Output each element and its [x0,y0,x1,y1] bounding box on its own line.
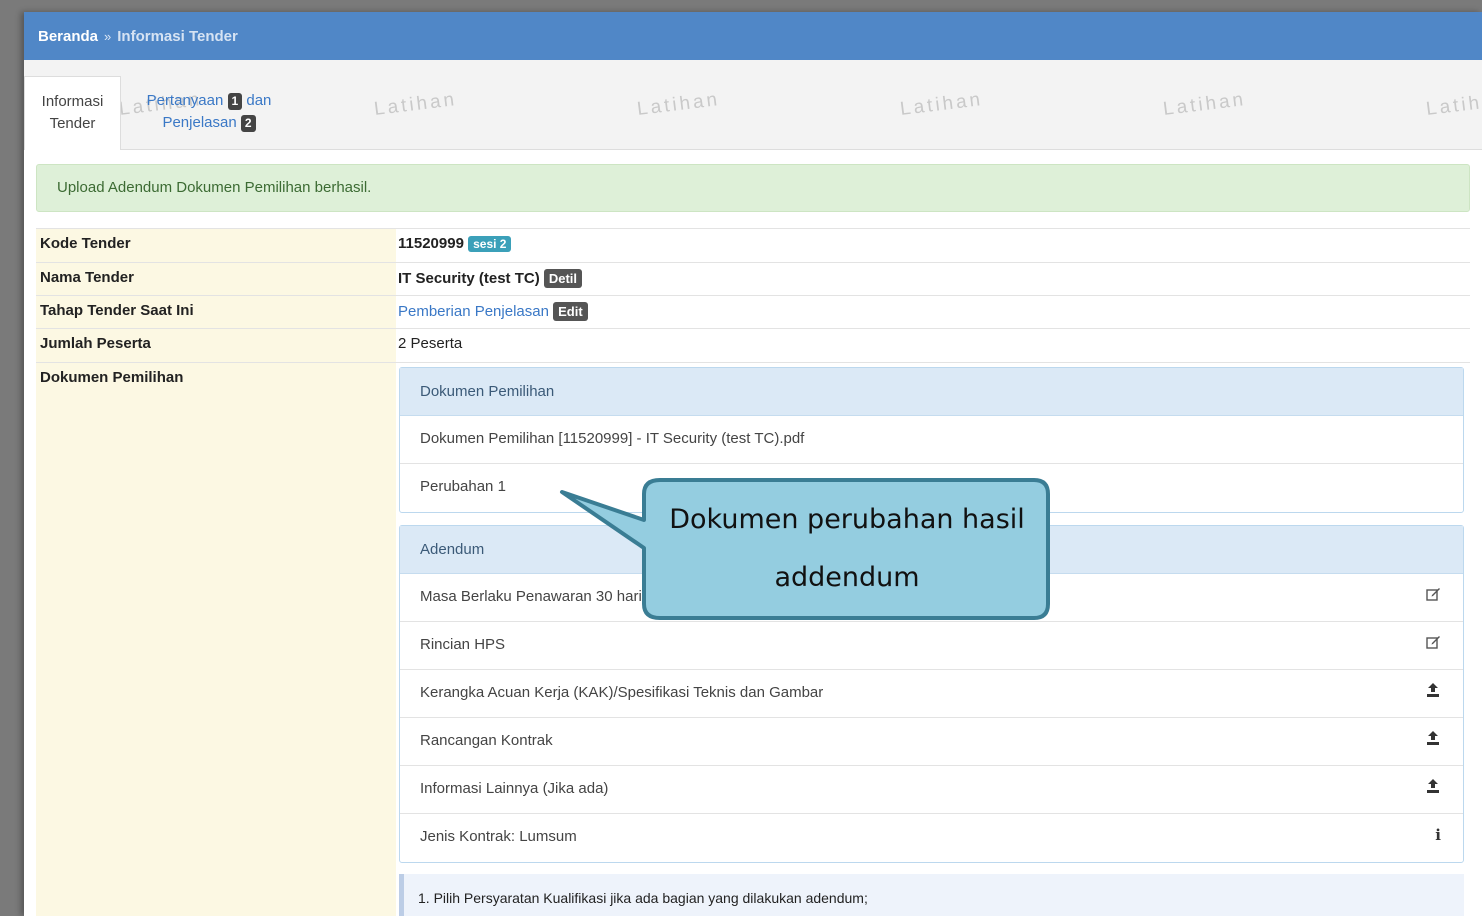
adendum-item-label: Informasi Lainnya (Jika ada) [420,780,609,797]
instruction-note: 1. Pilih Persyaratan Kualifikasi jika ad… [399,874,1464,916]
app-window: Beranda » Informasi Tender Latihan Latih… [24,12,1482,916]
adendum-item-label: Rincian HPS [420,636,506,653]
adendum-item-masa-berlaku: Masa Berlaku Penawaran 30 hari [400,574,1463,622]
watermark-text: Latihan [1424,89,1482,121]
jumlah-peserta-value: 2 Peserta [398,335,463,352]
adendum-item-label: Kerangka Acuan Kerja (KAK)/Spesifikasi T… [420,684,824,701]
nama-tender-label: Nama Tender [36,263,396,295]
edit-icon[interactable] [1425,586,1441,606]
adendum-item-rincian-hps: Rincian HPS [400,622,1463,670]
dokumen-pemilihan-panel: Dokumen Pemilihan Dokumen Pemilihan [115… [399,367,1464,513]
detil-button[interactable]: Detil [543,269,583,288]
watermark-text: Latihan [635,89,722,121]
info-row-nama: Nama Tender IT Security (test TC) Detil [36,262,1470,295]
dokumen-panel-title: Dokumen Pemilihan [400,368,1463,416]
upload-icon[interactable] [1425,730,1441,750]
tab-label-pertanyaan: Pertanyaan [146,92,224,109]
tab-label-line1: Informasi [41,93,104,110]
tahap-tender-value-cell: Pemberian Penjelasan Edit [398,296,1470,328]
tab-label-penjelasan: Penjelasan [162,114,237,131]
kode-tender-value-cell: 11520999 sesi 2 [398,229,1470,262]
watermark-text: Latihan [898,89,985,121]
tab-label-line2: Tender [49,115,96,132]
tahap-tender-label: Tahap Tender Saat Ini [36,296,396,328]
session-badge: sesi 2 [468,236,512,252]
tab-bar: Latihan Latihan Latihan Latihan Latihan … [24,60,1482,150]
dokumen-pemilihan-label: Dokumen Pemilihan [36,363,396,916]
info-row-tahap: Tahap Tender Saat Ini Pemberian Penjelas… [36,295,1470,328]
breadcrumb-current: Informasi Tender [117,27,238,45]
adendum-item-kak: Kerangka Acuan Kerja (KAK)/Spesifikasi T… [400,670,1463,718]
edit-icon[interactable] [1425,634,1441,654]
upload-icon[interactable] [1425,682,1441,702]
perubahan-label: Perubahan 1 [420,478,506,495]
adendum-item-informasi-lainnya: Informasi Lainnya (Jika ada) [400,766,1463,814]
perubahan-link[interactable]: Perubahan 1 [400,464,1463,512]
tab-informasi-tender[interactable]: Informasi Tender [24,76,121,150]
tahap-tender-link[interactable]: Pemberian Penjelasan [398,303,549,320]
tab-pertanyaan-penjelasan[interactable]: Pertanyaan 1 dan Penjelasan 2 [134,90,284,134]
nama-tender-value: IT Security (test TC) [398,270,540,287]
question-count-badge: 1 [227,93,243,110]
dokumen-file-name: Dokumen Pemilihan [11520999] - IT Securi… [420,430,805,447]
adendum-item-label: Rancangan Kontrak [420,732,553,749]
info-icon[interactable]: i [1435,826,1441,844]
adendum-item-label: Masa Berlaku Penawaran 30 hari [420,588,642,605]
info-row-jumlah: Jumlah Peserta 2 Peserta [36,328,1470,362]
jumlah-peserta-label: Jumlah Peserta [36,329,396,362]
adendum-panel-title: Adendum [400,526,1463,574]
watermark-text: Latihan [1161,89,1248,121]
breadcrumb: Beranda » Informasi Tender [24,12,1482,60]
kode-tender-label: Kode Tender [36,229,396,262]
kode-tender-value: 11520999 [398,235,464,252]
info-row-kode: Kode Tender 11520999 sesi 2 [36,228,1470,262]
upload-icon[interactable] [1425,778,1441,798]
answer-count-badge: 2 [240,115,256,132]
adendum-item-jenis-kontrak: Jenis Kontrak: Lumsum i [400,814,1463,862]
breadcrumb-home-link[interactable]: Beranda [38,28,98,45]
adendum-item-rancangan-kontrak: Rancangan Kontrak [400,718,1463,766]
tab-label-dan: dan [246,92,272,109]
dokumen-file-link[interactable]: Dokumen Pemilihan [11520999] - IT Securi… [400,416,1463,464]
edit-tahap-button[interactable]: Edit [553,302,588,321]
success-alert: Upload Adendum Dokumen Pemilihan berhasi… [36,164,1470,212]
breadcrumb-separator: » [104,28,112,44]
nama-tender-value-cell: IT Security (test TC) Detil [398,263,1470,295]
watermark-text: Latihan [372,89,459,121]
adendum-panel: Adendum Masa Berlaku Penawaran 30 hari R… [399,525,1464,863]
adendum-item-label: Jenis Kontrak: Lumsum [420,828,577,845]
